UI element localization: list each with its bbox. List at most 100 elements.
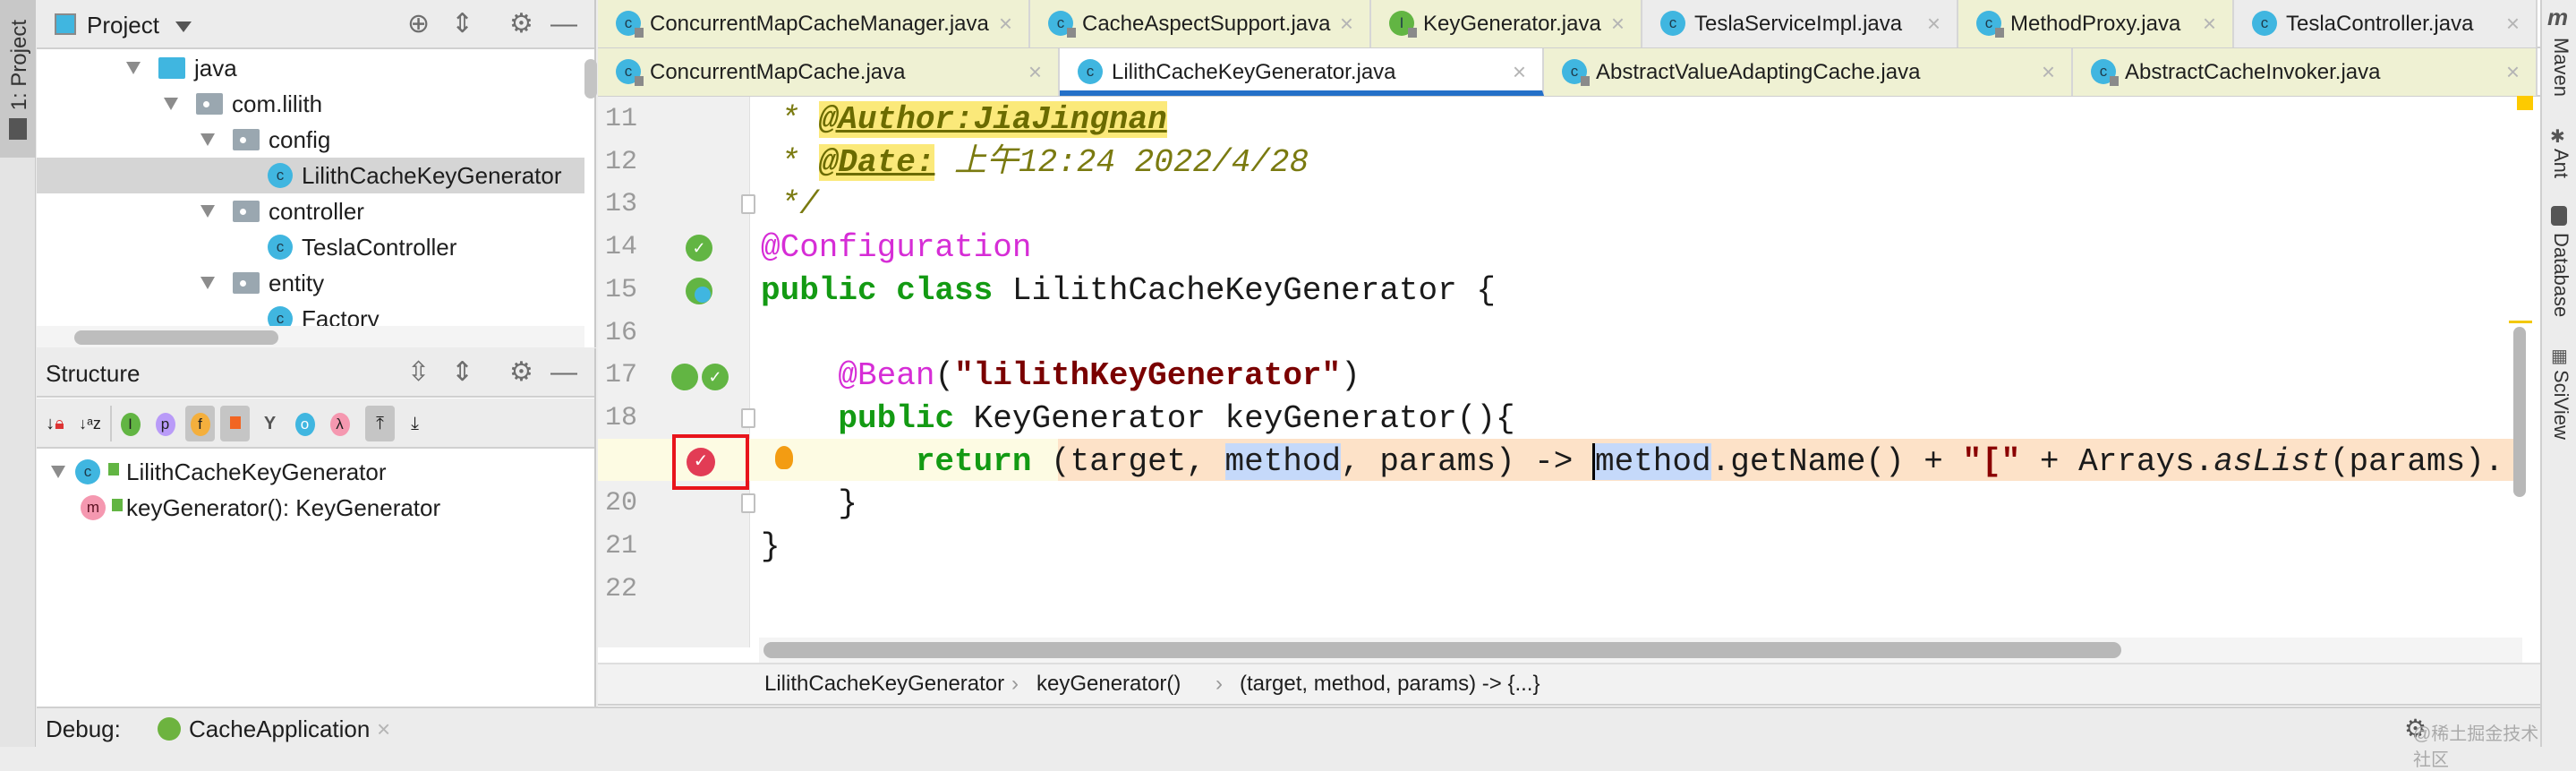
lightbulb-icon[interactable] — [775, 446, 793, 469]
sort-by-visibility-icon[interactable]: ↓🔒︎ — [40, 406, 70, 441]
inspection-status-icon[interactable] — [2517, 96, 2533, 110]
show-properties-icon[interactable]: p — [150, 406, 180, 441]
breadcrumb-method[interactable]: keyGenerator() — [1036, 664, 1181, 704]
sciview-tab[interactable]: SciView — [2549, 370, 2572, 440]
expand-triangle-icon[interactable] — [164, 98, 178, 110]
expand-triangle-icon[interactable] — [200, 133, 215, 146]
structure-class-row[interactable]: c LilithCacheKeyGenerator — [37, 454, 584, 490]
expand-triangle-icon[interactable] — [200, 277, 215, 289]
spring-config-icon[interactable] — [686, 278, 712, 304]
autoscroll-from-source-icon[interactable]: ⤓ — [400, 406, 430, 441]
tree-item-java[interactable]: java — [37, 50, 584, 86]
tab-label: AbstractCacheInvoker.java — [2125, 60, 2381, 84]
expand-all-icon[interactable]: ⇳ — [407, 359, 430, 386]
editor-horizontal-scrollbar[interactable] — [763, 642, 2121, 658]
line-number: 22 — [605, 573, 638, 604]
editor-tab-concurrentmapcachemanager[interactable]: c ConcurrentMapCacheManager.java × — [598, 0, 1030, 47]
fold-marker-icon[interactable] — [741, 493, 755, 514]
close-icon[interactable]: × — [2506, 48, 2520, 96]
package-icon — [196, 93, 223, 115]
breadcrumb-class[interactable]: LilithCacheKeyGenerator — [764, 664, 1004, 704]
expand-triangle-icon[interactable] — [200, 205, 215, 218]
close-icon[interactable]: × — [2042, 48, 2055, 96]
locate-icon[interactable]: ⊕ — [407, 11, 430, 38]
show-inherited-icon[interactable]: I — [115, 406, 145, 441]
show-non-public-icon[interactable] — [220, 406, 250, 441]
project-horizontal-scrollbar[interactable] — [74, 330, 278, 345]
package-icon — [233, 129, 260, 150]
breakpoint-icon[interactable]: ✓ — [687, 448, 715, 476]
code-line: */ — [761, 184, 819, 226]
lock-icon — [2110, 76, 2119, 86]
close-icon[interactable]: × — [1611, 0, 1625, 47]
navigate-bean-icon[interactable] — [671, 364, 698, 390]
collapse-all-icon[interactable]: ⇕ — [451, 359, 473, 386]
tree-item-controller[interactable]: controller — [37, 193, 584, 229]
editor-tab-lilithcachekeygenerator[interactable]: c LilithCacheKeyGenerator.java × — [1060, 48, 1544, 96]
class-icon: c — [1078, 59, 1103, 84]
tree-item-teslacontroller[interactable]: c TeslaController — [37, 229, 584, 265]
lock-icon — [1067, 28, 1076, 38]
line-number: 15 — [605, 274, 638, 305]
tree-item-config[interactable]: config — [37, 122, 584, 158]
lambda-icon[interactable]: λ — [325, 406, 354, 441]
close-icon[interactable]: × — [1340, 0, 1353, 47]
editor-tab-teslaserviceimpl[interactable]: c TeslaServiceImpl.java × — [1642, 0, 1958, 47]
project-vertical-scrollbar[interactable] — [584, 59, 597, 99]
minimize-icon[interactable]: — — [550, 11, 577, 38]
close-icon[interactable]: × — [999, 0, 1012, 47]
public-lock-icon — [112, 499, 123, 511]
gear-icon[interactable]: ⚙ — [509, 11, 533, 38]
chevron-down-icon[interactable] — [175, 21, 192, 32]
gear-icon[interactable]: ⚙ — [509, 359, 533, 386]
code-token-doc: 上午12:24 2022/4/28 — [934, 143, 1309, 181]
project-tool-tab[interactable]: 1: Project — [0, 0, 36, 158]
editor-tab-concurrentmapcache[interactable]: c ConcurrentMapCache.java × — [598, 48, 1060, 96]
show-lambdas-o-icon[interactable]: o — [290, 406, 320, 441]
structure-method-row[interactable]: m keyGenerator(): KeyGenerator — [37, 490, 584, 526]
class-icon: c — [268, 235, 293, 260]
close-icon[interactable]: × — [2203, 0, 2216, 47]
tree-item-entity[interactable]: entity — [37, 265, 584, 301]
ant-tab[interactable]: Ant — [2549, 149, 2572, 178]
show-fields-icon[interactable]: f — [185, 406, 215, 441]
database-tab[interactable]: Database — [2549, 233, 2572, 317]
breadcrumb-lambda[interactable]: (target, method, params) -> {...} — [1240, 664, 1540, 704]
class-icon: c — [1976, 11, 2004, 38]
editor-tab-methodproxy[interactable]: c MethodProxy.java × — [1958, 0, 2234, 47]
editor-tab-abstractcacheinvoker[interactable]: c AbstractCacheInvoker.java × — [2073, 48, 2538, 96]
spring-bean-icon[interactable]: ✓ — [686, 235, 712, 261]
close-icon[interactable]: × — [2506, 0, 2520, 47]
sciview-icon: ▦ — [2551, 347, 2568, 366]
editor-tab-keygenerator[interactable]: I KeyGenerator.java × — [1371, 0, 1642, 47]
debug-config-tab[interactable]: CacheApplication — [189, 715, 370, 743]
editor-tab-cacheaspectsupport[interactable]: c CacheAspectSupport.java × — [1030, 0, 1371, 47]
show-anonymous-icon[interactable]: Y — [255, 406, 285, 441]
close-icon[interactable]: × — [1028, 48, 1042, 96]
editor-tab-teslacontroller[interactable]: c TeslaController.java × — [2234, 0, 2538, 47]
minimize-icon[interactable]: — — [550, 359, 577, 386]
close-icon[interactable]: × — [377, 715, 390, 743]
close-icon[interactable]: × — [1513, 48, 1526, 96]
collapse-all-icon[interactable]: ⇕ — [451, 11, 473, 38]
tab-label: KeyGenerator.java — [1423, 12, 1601, 36]
autoscroll-to-source-icon[interactable]: ⤒ — [365, 406, 395, 441]
project-view-selector[interactable]: Project — [87, 12, 159, 39]
tree-item-com-lilith[interactable]: com.lilith — [37, 86, 584, 122]
class-icon: c — [616, 59, 644, 86]
class-icon: c — [268, 163, 293, 188]
maven-tab[interactable]: Maven — [2549, 38, 2572, 97]
editor-tab-abstractvalueadaptingcache[interactable]: c AbstractValueAdaptingCache.java × — [1544, 48, 2073, 96]
code-token-kw: public class — [761, 271, 1012, 309]
class-icon: c — [1048, 11, 1076, 38]
close-icon[interactable]: × — [1927, 0, 1941, 47]
fold-marker-icon[interactable] — [741, 407, 755, 428]
editor-vertical-scrollbar[interactable] — [2513, 327, 2526, 497]
fold-marker-icon[interactable] — [741, 194, 755, 215]
expand-triangle-icon[interactable] — [51, 466, 65, 478]
spring-bean-icon[interactable]: ✓ — [702, 364, 729, 390]
tree-item-lilithcachekeygenerator[interactable]: c LilithCacheKeyGenerator — [37, 158, 584, 193]
sort-alphabetically-icon[interactable]: ↓ᵃz — [75, 406, 105, 441]
expand-triangle-icon[interactable] — [126, 62, 141, 74]
